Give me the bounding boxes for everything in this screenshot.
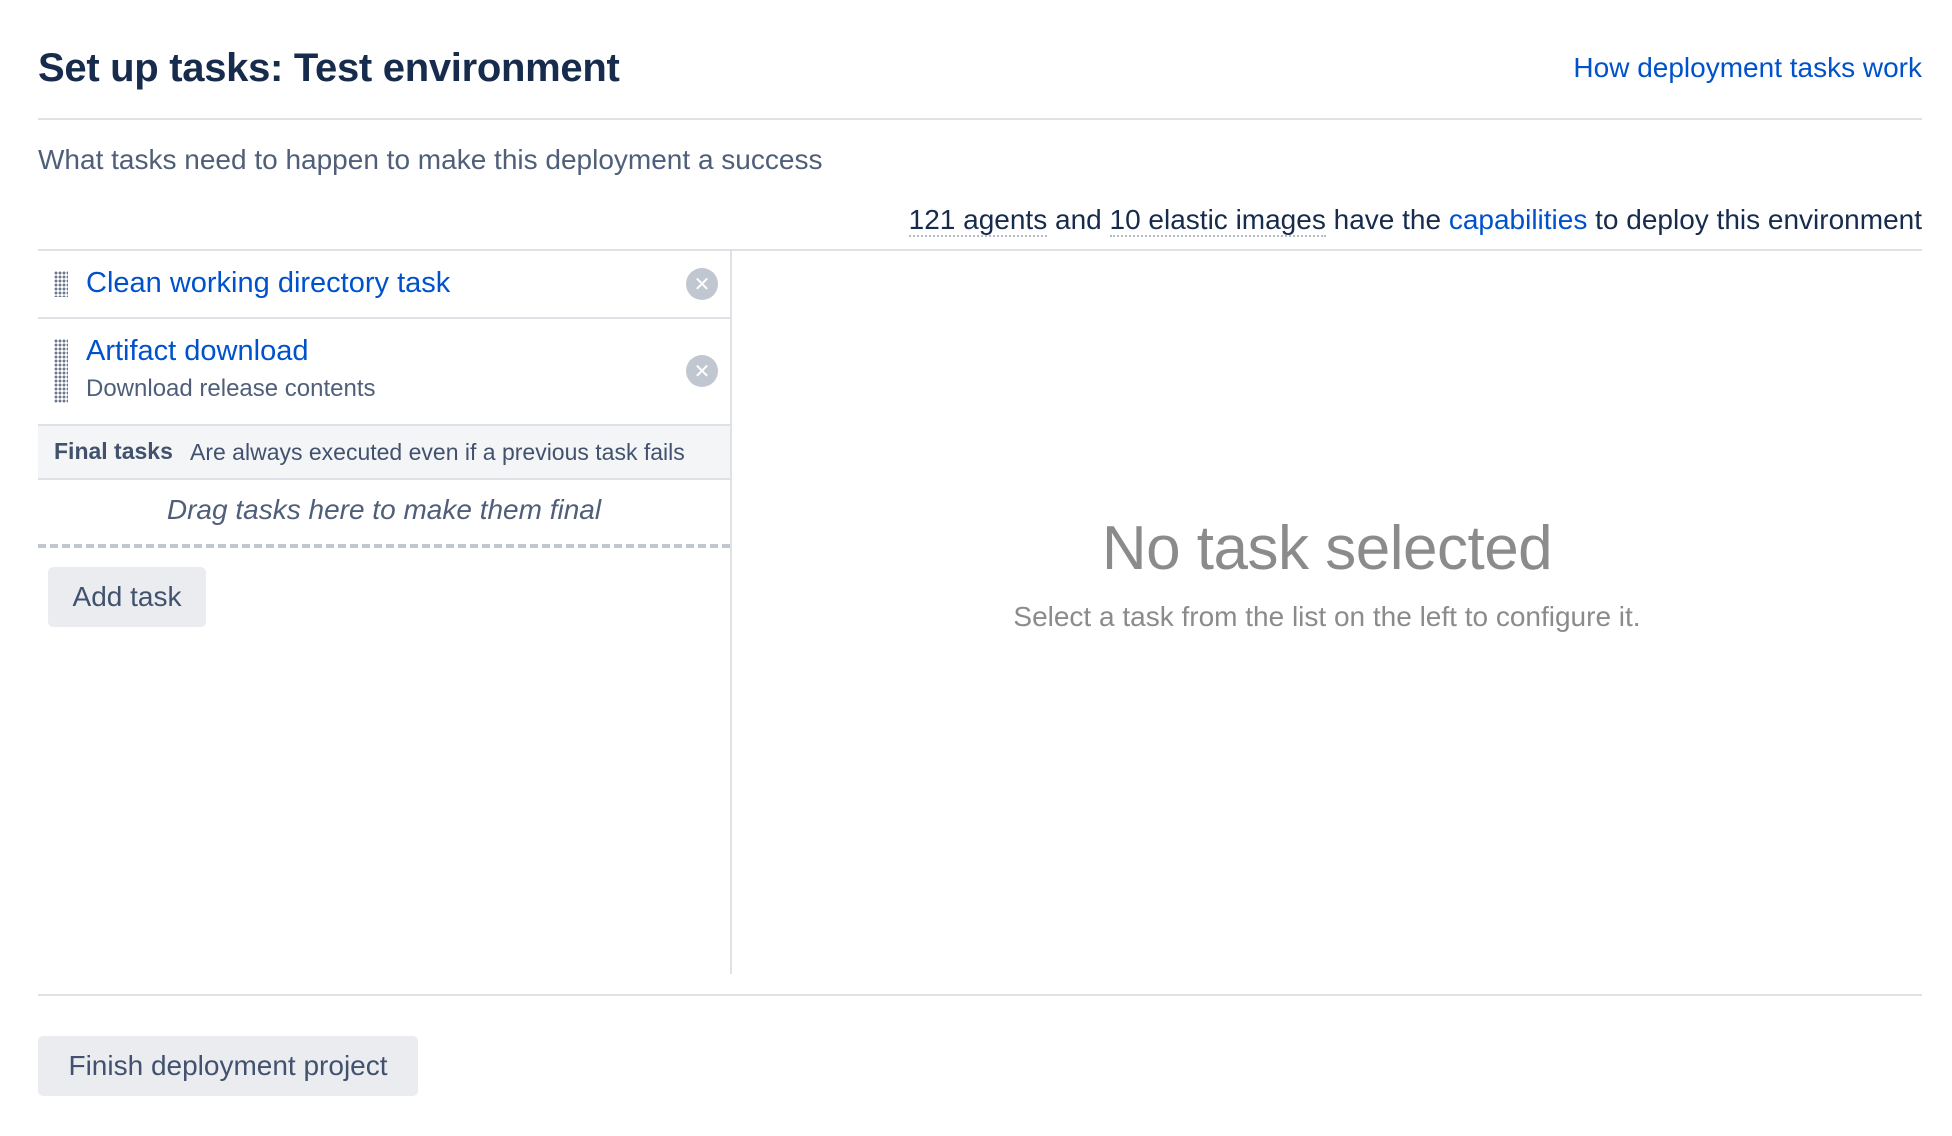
capabilities-link[interactable]: capabilities <box>1449 204 1588 235</box>
drag-handle-icon[interactable] <box>54 271 68 297</box>
finish-deployment-button[interactable]: Finish deployment project <box>38 1036 418 1096</box>
drop-zone-hint: Drag tasks here to make them final <box>166 494 602 525</box>
task-item[interactable]: Clean working directory task ✕ <box>38 251 730 319</box>
page-description: What tasks need to happen to make this d… <box>38 144 823 175</box>
capabilities-suffix: to deploy this environment <box>1595 204 1922 235</box>
page-header: Set up tasks: Test environment How deplo… <box>38 40 1922 120</box>
drag-handle-icon[interactable] <box>54 339 68 403</box>
page-title: Set up tasks: Test environment <box>38 46 620 90</box>
final-tasks-note: Are always executed even if a previous t… <box>190 439 685 465</box>
task-name[interactable]: Clean working directory task <box>86 267 450 300</box>
remove-task-icon[interactable]: ✕ <box>686 355 718 387</box>
agents-count[interactable]: 121 agents <box>908 204 1048 237</box>
help-link[interactable]: How deployment tasks work <box>1573 52 1922 84</box>
divider <box>38 994 1922 996</box>
elastic-images-count[interactable]: 10 elastic images <box>1109 204 1326 237</box>
task-item[interactable]: Artifact download Download release conte… <box>38 319 730 426</box>
final-tasks-label: Final tasks <box>54 438 173 464</box>
empty-state-hint: Select a task from the list on the left … <box>1013 601 1641 632</box>
task-name[interactable]: Artifact download <box>86 335 308 368</box>
capabilities-have-the: have the <box>1333 204 1442 235</box>
add-task-button[interactable]: Add task <box>48 567 206 627</box>
capabilities-summary: 121 agents and 10 elastic images have th… <box>908 204 1922 237</box>
remove-task-icon[interactable]: ✕ <box>686 268 718 300</box>
page: Set up tasks: Test environment How deplo… <box>38 0 1922 1136</box>
capabilities-and: and <box>1055 204 1102 235</box>
final-tasks-header: Final tasks Are always executed even if … <box>38 426 730 480</box>
empty-state-title: No task selected <box>1101 514 1553 583</box>
final-tasks-drop-zone[interactable]: Drag tasks here to make them final <box>38 480 730 548</box>
task-list-panel: Clean working directory task ✕ Artifact … <box>38 251 732 974</box>
task-description: Download release contents <box>86 375 376 402</box>
task-config-panel: No task selected Select a task from the … <box>732 251 1922 974</box>
